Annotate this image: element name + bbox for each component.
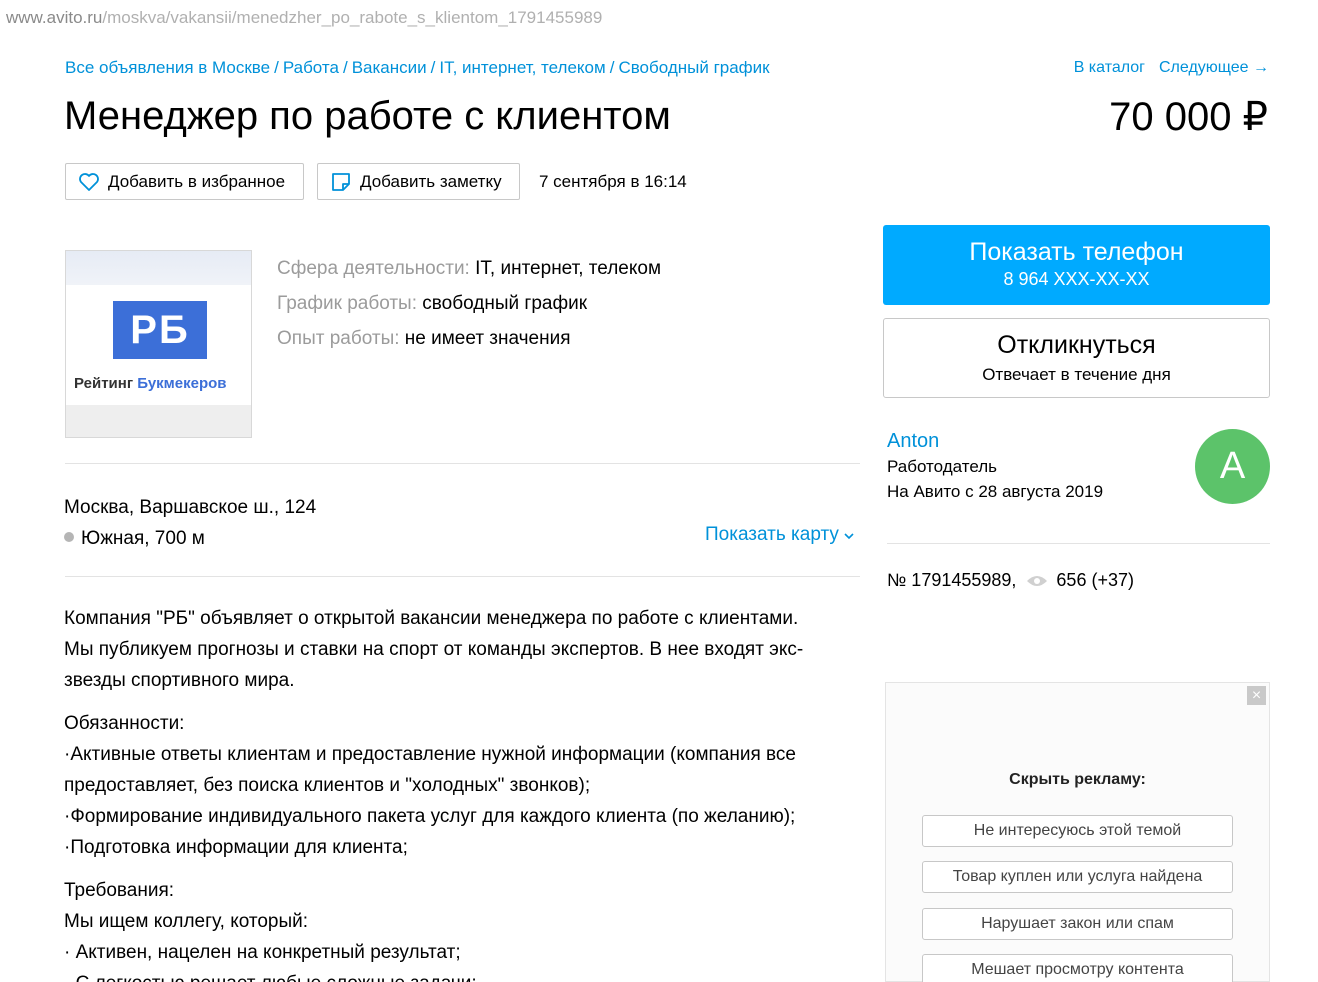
description-paragraph: Компания "РБ" объявляет о открытой вакан… — [64, 603, 859, 696]
description-paragraph: Требования: Мы ищем коллегу, который: · … — [64, 875, 859, 982]
breadcrumb-separator: / — [609, 58, 615, 77]
divider — [887, 543, 1270, 544]
street-address: Москва, Варшавское ш., 124 — [64, 497, 317, 518]
company-logo[interactable]: РБ Рейтинг Букмекеров — [65, 250, 252, 438]
item-stats: № 1791455989, 656 (+37) — [887, 570, 1134, 591]
avatar[interactable]: A — [1195, 429, 1270, 504]
note-icon — [330, 171, 352, 193]
param-value: не имеет значения — [404, 328, 571, 349]
param-value: свободный график — [422, 293, 588, 314]
add-note-label: Добавить заметку — [360, 171, 502, 191]
seller-info: Anton Работодатель На Авито с 28 августа… — [887, 429, 1103, 504]
description-line: Мы публикуем прогнозы и ставки на спорт … — [64, 639, 804, 660]
respond-label: Откликнуться — [997, 331, 1156, 359]
param-key: Опыт работы: — [277, 328, 400, 349]
breadcrumb-separator: / — [274, 58, 279, 77]
breadcrumb-work[interactable]: Работа — [283, 58, 339, 77]
divider — [65, 463, 860, 464]
description-paragraph: Обязанности: ·Активные ответы клиентам и… — [64, 708, 859, 863]
price: 70 000 ₽ — [1109, 95, 1268, 139]
item-number: № 1791455989, — [887, 570, 1017, 590]
breadcrumb-schedule[interactable]: Свободный график — [618, 58, 769, 77]
seller-role: Работодатель — [887, 457, 997, 476]
respond-button[interactable]: Откликнуться Отвечает в течение дня — [883, 318, 1270, 398]
address-block: Москва, Варшавское ш., 124 Южная, 700 м — [64, 492, 316, 554]
metro-dot-icon — [64, 532, 74, 542]
address-bar-url[interactable]: www.avito.ru/moskva/vakansii/menedzher_p… — [6, 8, 602, 28]
job-description: Компания "РБ" объявляет о открытой вакан… — [64, 603, 859, 982]
close-icon[interactable]: × — [1247, 686, 1266, 705]
description-line: Компания "РБ" объявляет о открытой вакан… — [64, 608, 799, 629]
logo-text: Рейтинг Букмекеров — [74, 375, 227, 392]
description-line: · Активен, нацелен на конкретный результ… — [64, 942, 461, 963]
description-line: ·Активные ответы клиентам и предоставлен… — [64, 744, 797, 765]
description-line: ·Формирование индивидуального пакета усл… — [64, 806, 796, 827]
show-phone-button[interactable]: Показать телефон 8 964 XXX-XX-XX — [883, 225, 1270, 305]
logo-text-a: Рейтинг — [74, 375, 138, 392]
phone-number-masked: 8 964 XXX-XX-XX — [1003, 269, 1150, 289]
hide-ad-option[interactable]: Мешает просмотру контента — [922, 954, 1233, 982]
add-to-favorites-button[interactable]: Добавить в избранное — [65, 163, 304, 200]
breadcrumb-vacancies[interactable]: Вакансии — [352, 58, 427, 77]
description-line: Требования: — [64, 880, 175, 901]
description-line: звезды спортивного мира. — [64, 670, 295, 691]
param-row: Опыт работы: не имеет значения — [277, 321, 661, 356]
breadcrumb-separator: / — [342, 58, 348, 77]
breadcrumb-all-moscow[interactable]: Все объявления в Москве — [65, 58, 270, 77]
hide-ad-option[interactable]: Не интересуюсь этой темой — [922, 815, 1233, 847]
breadcrumb-separator: / — [430, 58, 436, 77]
hide-ad-option[interactable]: Нарушает закон или спам — [922, 908, 1233, 940]
heart-icon — [78, 171, 100, 193]
description-line: предоставляет, без поиска клиентов и "хо… — [64, 775, 591, 796]
seller-since: На Авито с 28 августа 2019 — [887, 482, 1104, 501]
response-time: Отвечает в течение дня — [982, 365, 1171, 384]
breadcrumb-it[interactable]: IT, интернет, телеком — [439, 58, 605, 77]
logo-mark: РБ — [113, 301, 207, 359]
page-title: Менеджер по работе с клиентом — [64, 94, 671, 138]
hide-ad-option[interactable]: Товар куплен или услуга найдена — [922, 861, 1233, 893]
url-host: www.avito.ru — [6, 8, 103, 27]
hide-ad-title: Скрыть рекламу: — [1009, 771, 1146, 788]
publish-date: 7 сентября в 16:14 — [539, 172, 687, 191]
top-navigation: В каталог Следующее → — [1060, 59, 1269, 77]
seller-name-link[interactable]: Anton — [887, 429, 1103, 454]
description-line: Мы ищем коллегу, который: — [64, 911, 309, 932]
show-map-link[interactable]: Показать карту — [705, 524, 854, 546]
logo-text-b: Букмекеров — [137, 375, 227, 392]
metro-station: Южная, 700 м — [64, 523, 316, 554]
job-params: Сфера деятельности: IT, интернет, телеко… — [277, 251, 661, 356]
add-to-favorites-label: Добавить в избранное — [108, 171, 286, 191]
description-line: ·Подготовка информации для клиента; — [64, 837, 408, 858]
param-row: График работы: свободный график — [277, 286, 661, 321]
breadcrumb: Все объявления в Москве / Работа / Вакансии /… — [65, 58, 770, 78]
description-line: · С легкостью решает любые сложные задач… — [64, 973, 477, 982]
param-key: Сфера деятельности: — [277, 258, 470, 279]
param-key: График работы: — [277, 293, 417, 314]
logo-background — [66, 405, 251, 437]
show-phone-label: Показать телефон — [969, 238, 1184, 266]
view-count: 656 (+37) — [1056, 570, 1134, 590]
chevron-down-icon — [844, 533, 854, 540]
description-line: Обязанности: — [64, 713, 185, 734]
add-note-button[interactable]: Добавить заметку — [317, 163, 520, 200]
divider — [65, 576, 860, 577]
logo-image: РБ Рейтинг Букмекеров — [66, 285, 251, 405]
ad-block: × Скрыть рекламу: Не интересуюсь этой те… — [885, 682, 1270, 982]
logo-background — [66, 251, 251, 285]
catalog-link[interactable]: В каталог — [1074, 59, 1145, 76]
next-link[interactable]: Следующее → — [1159, 59, 1269, 76]
param-value: IT, интернет, телеком — [475, 258, 662, 279]
metro-label: Южная, 700 м — [81, 528, 205, 549]
url-path: /moskva/vakansii/menedzher_po_rabote_s_k… — [102, 8, 603, 27]
param-row: Сфера деятельности: IT, интернет, телеко… — [277, 251, 661, 286]
show-map-label: Показать карту — [705, 524, 839, 545]
eye-icon — [1026, 574, 1048, 588]
